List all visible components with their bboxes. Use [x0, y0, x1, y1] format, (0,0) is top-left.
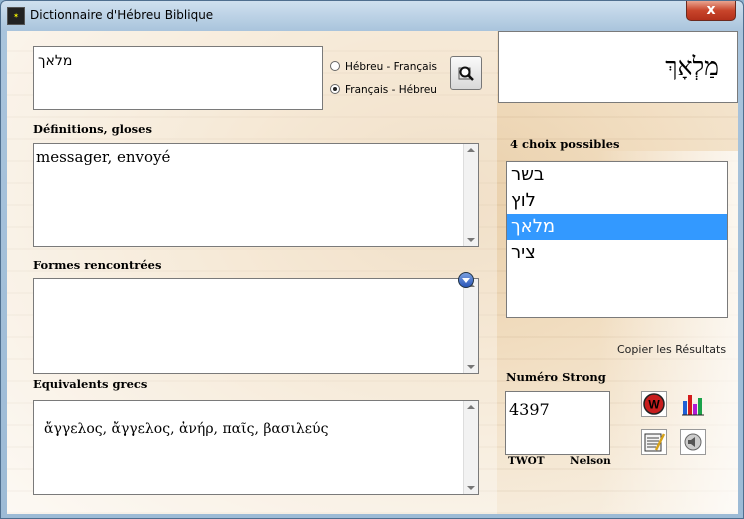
window-title: Dictionnaire d'Hébreu Biblique: [30, 8, 214, 22]
magnifier-icon: [458, 66, 474, 81]
choices-list[interactable]: בשר לוץ מלאך ציר: [506, 161, 728, 318]
radio-button-icon: [330, 61, 340, 71]
app-icon: ✶: [7, 7, 25, 25]
twot-label[interactable]: TWOT: [508, 455, 545, 467]
list-item[interactable]: בשר: [507, 162, 727, 188]
definitions-label: Définitions, gloses: [33, 122, 152, 136]
greek-value: ἄγγελος, ἄγγελος, ἀνήρ, παῖς, βασιλεύς: [44, 421, 329, 437]
search-input[interactable]: מלאך: [33, 46, 323, 110]
client-area: מלאך Hébreu - Français Français - Hébreu…: [7, 31, 738, 514]
strong-number-value: 4397: [509, 400, 550, 419]
strong-number-field[interactable]: 4397: [505, 391, 610, 455]
w-logo-icon[interactable]: W: [641, 391, 667, 417]
radio-francais-hebreu[interactable]: Français - Hébreu: [330, 84, 437, 96]
strong-label: Numéro Strong: [506, 370, 606, 384]
greek-scrollbar[interactable]: [463, 401, 478, 494]
definitions-scrollbar[interactable]: [463, 144, 478, 246]
close-button[interactable]: x: [686, 1, 736, 21]
hebrew-word: מַלְאָךְ: [665, 52, 719, 81]
forms-scrollbar[interactable]: [463, 279, 478, 373]
svg-text:W: W: [648, 398, 660, 412]
search-input-value: מלאך: [38, 53, 73, 69]
forms-label: Formes rencontrées: [33, 258, 162, 272]
title-bar[interactable]: ✶ Dictionnaire d'Hébreu Biblique x: [1, 1, 743, 31]
copy-results-button[interactable]: Copier les Résultats: [617, 343, 726, 356]
app-window: ✶ Dictionnaire d'Hébreu Biblique x מלאך …: [0, 0, 744, 519]
definitions-field[interactable]: messager, envoyé: [33, 143, 479, 247]
definitions-value: messager, envoyé: [36, 148, 171, 166]
search-button[interactable]: [450, 56, 482, 90]
list-item[interactable]: ציר: [507, 240, 727, 266]
choices-label: 4 choix possibles: [510, 137, 620, 151]
dropdown-arrow-icon[interactable]: [458, 272, 474, 288]
bar-chart-icon[interactable]: [680, 391, 706, 417]
greek-field[interactable]: ἄγγελος, ἄγγελος, ἀνήρ, παῖς, βασιλεύς: [33, 400, 479, 495]
list-item[interactable]: לוץ: [507, 188, 727, 214]
greek-label: Equivalents grecs: [33, 377, 148, 391]
notepad-pen-icon[interactable]: [641, 429, 667, 455]
radio-button-selected-icon: [330, 84, 340, 94]
forms-field[interactable]: [33, 278, 479, 374]
hebrew-word-display: מַלְאָךְ: [498, 31, 738, 103]
list-item-selected[interactable]: מלאך: [507, 214, 727, 240]
nelson-label[interactable]: Nelson: [570, 455, 611, 467]
radio-hebreu-francais[interactable]: Hébreu - Français: [330, 61, 437, 73]
speaker-icon[interactable]: [680, 429, 706, 455]
